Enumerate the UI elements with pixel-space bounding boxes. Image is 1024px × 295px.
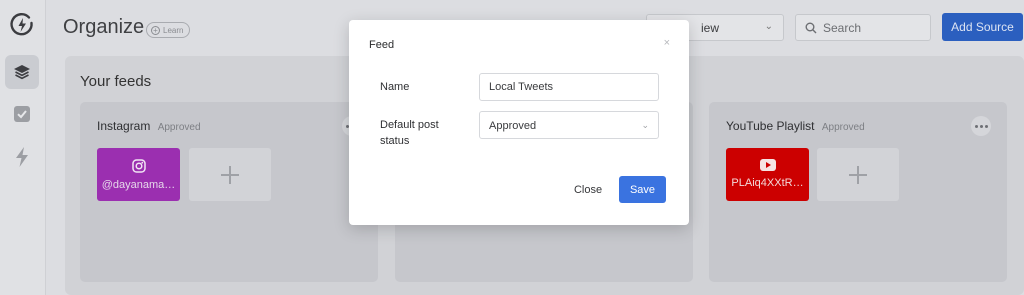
close-button[interactable]: Close [565,177,611,203]
feed-status: Approved [157,122,201,133]
chevron-down-icon: ⌄ [641,120,649,130]
layers-icon [14,65,30,80]
view-select-value: iew [701,21,720,35]
page-title: Organize [63,16,145,38]
feed-card-header: YouTube Playlist Approved [726,119,865,133]
search-input[interactable]: Search [795,14,931,41]
feed-card-youtube: YouTube Playlist Approved PLAiq4XXtR… [709,102,1007,282]
sidebar-item-automate[interactable] [5,140,39,174]
close-icon[interactable]: × [664,37,670,49]
source-label: @dayanama… [101,179,176,191]
learn-label: Learn [163,25,184,35]
plus-icon [849,165,867,184]
plus-circle-icon: + [151,25,160,35]
learn-button[interactable]: + Learn [146,22,191,38]
check-square-icon [14,106,30,122]
default-status-value: Approved [489,120,537,132]
add-source-tile[interactable] [817,148,899,201]
youtube-icon [759,159,776,171]
chevron-down-icon: ⌄ [764,21,773,32]
name-label: Name [380,81,410,93]
source-tile-instagram[interactable]: @dayanama… [97,148,180,201]
source-label: PLAiq4XXtR… [731,177,804,189]
feed-card-header: Instagram Approved [97,119,201,133]
name-field[interactable] [479,73,659,101]
feeds-title: Your feeds [80,73,152,90]
sidebar [0,0,46,295]
lightning-icon [16,147,28,167]
modal-title: Feed [369,39,395,51]
sidebar-item-moderate[interactable] [5,97,39,131]
default-status-label: Default post status [380,119,439,147]
more-options-icon[interactable] [971,116,991,136]
instagram-icon [131,159,146,173]
feed-modal: Feed × Name Default post status Approved… [349,20,689,225]
logo-icon[interactable] [9,12,35,38]
plus-icon [221,165,239,184]
sidebar-item-organize[interactable] [5,55,39,89]
search-icon [805,22,817,34]
default-status-select[interactable]: Approved ⌄ [479,111,659,139]
search-placeholder: Search [823,21,862,35]
feed-card-instagram: Instagram Approved @dayanama… [80,102,378,282]
add-source-button[interactable]: Add Source [942,13,1023,41]
add-source-tile[interactable] [189,148,271,201]
feed-status: Approved [821,122,865,133]
save-button[interactable]: Save [619,176,666,203]
feed-name: Instagram [97,119,151,133]
source-tile-youtube[interactable]: PLAiq4XXtR… [726,148,809,201]
feed-name: YouTube Playlist [726,119,815,133]
